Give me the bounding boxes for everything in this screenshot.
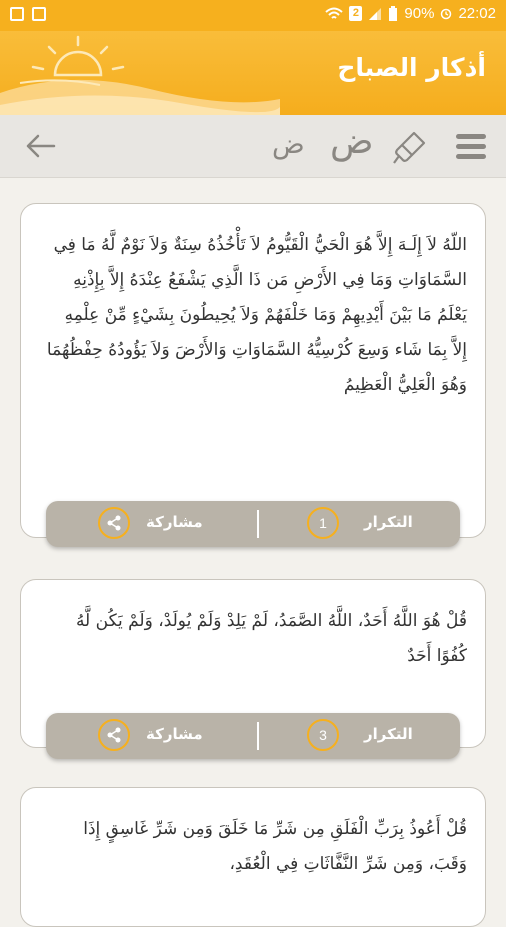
alarm-icon (441, 8, 452, 19)
font-decrease-button[interactable]: ض (272, 129, 305, 160)
repeat-label: التكرار (364, 725, 413, 743)
repeat-count: 1 (307, 507, 339, 539)
image-notification-icon (32, 7, 46, 21)
back-button[interactable] (24, 131, 58, 161)
dhikr-text: قُلْ أَعُوذُ بِرَبِّ الْفَلَقِ مِن شَرِّ… (83, 819, 467, 874)
clock: 22:02 (458, 5, 496, 22)
signal-icon (369, 7, 382, 20)
paint-brush-icon (393, 131, 426, 164)
share-label: مشاركة (146, 513, 203, 531)
page-title: أذكار الصباح (337, 53, 486, 82)
menu-button[interactable] (455, 132, 487, 162)
divider (257, 510, 259, 538)
dhikr-action-bar: مشاركة 1 التكرار (46, 501, 460, 547)
repeat-counter-button[interactable]: 3 التكرار (260, 713, 460, 759)
notification-icons (10, 7, 46, 21)
share-icon (98, 507, 130, 539)
share-icon (98, 719, 130, 751)
status-right: 2 90% 22:02 (325, 5, 496, 22)
dhikr-text: قُلْ هُوَ اللَّهُ أَحَدٌ، اللَّهُ الصَّم… (75, 611, 467, 666)
toolbar: ض ض (0, 115, 506, 178)
repeat-counter-button[interactable]: 1 التكرار (260, 501, 460, 547)
arrow-left-icon (26, 134, 56, 158)
battery-icon (389, 5, 398, 21)
dhikr-text: اللّهُ لاَ إِلَـهَ إِلاَّ هُوَ الْحَيُّ … (46, 235, 467, 395)
sunrise-dunes-icon (0, 35, 280, 115)
wifi-icon (325, 7, 344, 19)
battery-level: 90% (404, 5, 435, 22)
divider (257, 722, 259, 750)
status-bar: 2 90% 22:02 (0, 0, 506, 31)
dhikr-card: قُلْ أَعُوذُ بِرَبِّ الْفَلَقِ مِن شَرِّ… (20, 787, 486, 927)
share-label: مشاركة (146, 725, 203, 743)
repeat-label: التكرار (364, 513, 413, 531)
repeat-count: 3 (307, 719, 339, 751)
theme-button[interactable] (390, 127, 430, 167)
share-button[interactable]: مشاركة (46, 501, 256, 547)
dhikr-action-bar: مشاركة 3 التكرار (46, 713, 460, 759)
sim-badge: 2 (349, 6, 363, 21)
dhikr-card: اللّهُ لاَ إِلَـهَ إِلاَّ هُوَ الْحَيُّ … (20, 203, 486, 538)
app-header: أذكار الصباح (0, 31, 506, 115)
share-button[interactable]: مشاركة (46, 713, 256, 759)
notification-icon (10, 7, 24, 21)
font-increase-button[interactable]: ض (330, 121, 374, 162)
menu-icon (456, 134, 486, 159)
